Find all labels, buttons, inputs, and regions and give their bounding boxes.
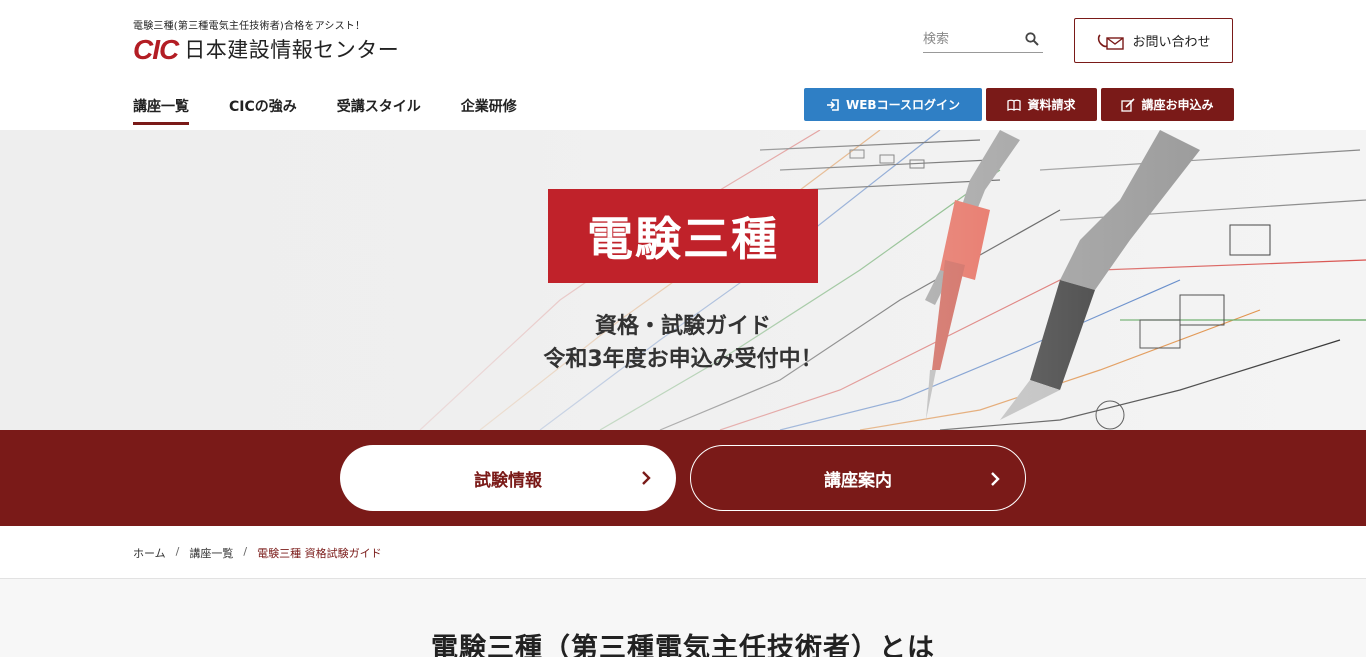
action-buttons: WEBコースログイン 資料請求 講座お申込み: [804, 88, 1234, 121]
chevron-right-icon: [642, 471, 651, 485]
apply-button[interactable]: 講座お申込み: [1101, 88, 1234, 121]
edit-icon: [1121, 97, 1136, 112]
exam-info-label: 試験情報: [474, 470, 542, 491]
site-header: 電験三種(第三種電気主任技術者)合格をアシスト！ CIC 日本建設情報センター …: [0, 0, 1366, 130]
chevron-right-icon: [991, 472, 1000, 486]
web-login-label: WEBコースログイン: [846, 98, 960, 112]
request-docs-label: 資料請求: [1027, 98, 1076, 112]
breadcrumb-separator: /: [175, 545, 180, 558]
breadcrumb-current: 電験三種 資格試験ガイド: [257, 547, 382, 560]
nav-item-styles[interactable]: 受講スタイル: [337, 96, 421, 125]
site-logo[interactable]: CIC 日本建設情報センター: [133, 36, 399, 64]
breadcrumb: ホーム / 講座一覧 / 電験三種 資格試験ガイド: [133, 545, 382, 561]
hero-badge: 電験三種: [548, 189, 818, 283]
header-tagline: 電験三種(第三種電気主任技術者)合格をアシスト！: [133, 21, 366, 32]
breadcrumb-course-list[interactable]: 講座一覧: [189, 545, 233, 561]
logo-text: 日本建設情報センター: [184, 37, 400, 62]
exam-info-button[interactable]: 試験情報: [340, 445, 676, 511]
course-info-button[interactable]: 講座案内: [690, 445, 1026, 511]
logo-mark: CIC: [133, 34, 179, 65]
breadcrumb-separator: /: [243, 545, 248, 558]
main-nav: 講座一覧 CICの強み 受講スタイル 企業研修: [133, 96, 517, 125]
contact-icon: [1098, 33, 1125, 50]
request-docs-button[interactable]: 資料請求: [986, 88, 1097, 121]
course-info-label: 講座案内: [824, 470, 892, 491]
login-icon: [827, 98, 839, 111]
book-icon: [1007, 99, 1022, 111]
section-nav-band: 試験情報 講座案内: [0, 430, 1366, 526]
contact-button[interactable]: お問い合わせ: [1074, 18, 1233, 63]
apply-label: 講座お申込み: [1141, 98, 1214, 112]
search-box: [923, 28, 1043, 53]
search-icon[interactable]: [1025, 32, 1039, 46]
contact-label: お問い合わせ: [1132, 35, 1211, 50]
nav-item-corporate[interactable]: 企業研修: [461, 96, 517, 125]
page-heading: 電験三種（第三種電気主任技術者）とは: [431, 633, 935, 657]
nav-item-courses[interactable]: 講座一覧: [133, 96, 189, 125]
hero-banner: 電験三種 資格・試験ガイド 令和3年度お申込み受付中！: [0, 130, 1366, 430]
nav-item-strengths[interactable]: CICの強み: [229, 96, 297, 125]
web-login-button[interactable]: WEBコースログイン: [804, 88, 982, 121]
search-input[interactable]: [923, 28, 1019, 51]
hero-announcement: 令和3年度お申込み受付中！: [543, 347, 823, 372]
breadcrumb-home[interactable]: ホーム: [133, 545, 166, 561]
hero-subtitle: 資格・試験ガイド: [594, 314, 771, 339]
